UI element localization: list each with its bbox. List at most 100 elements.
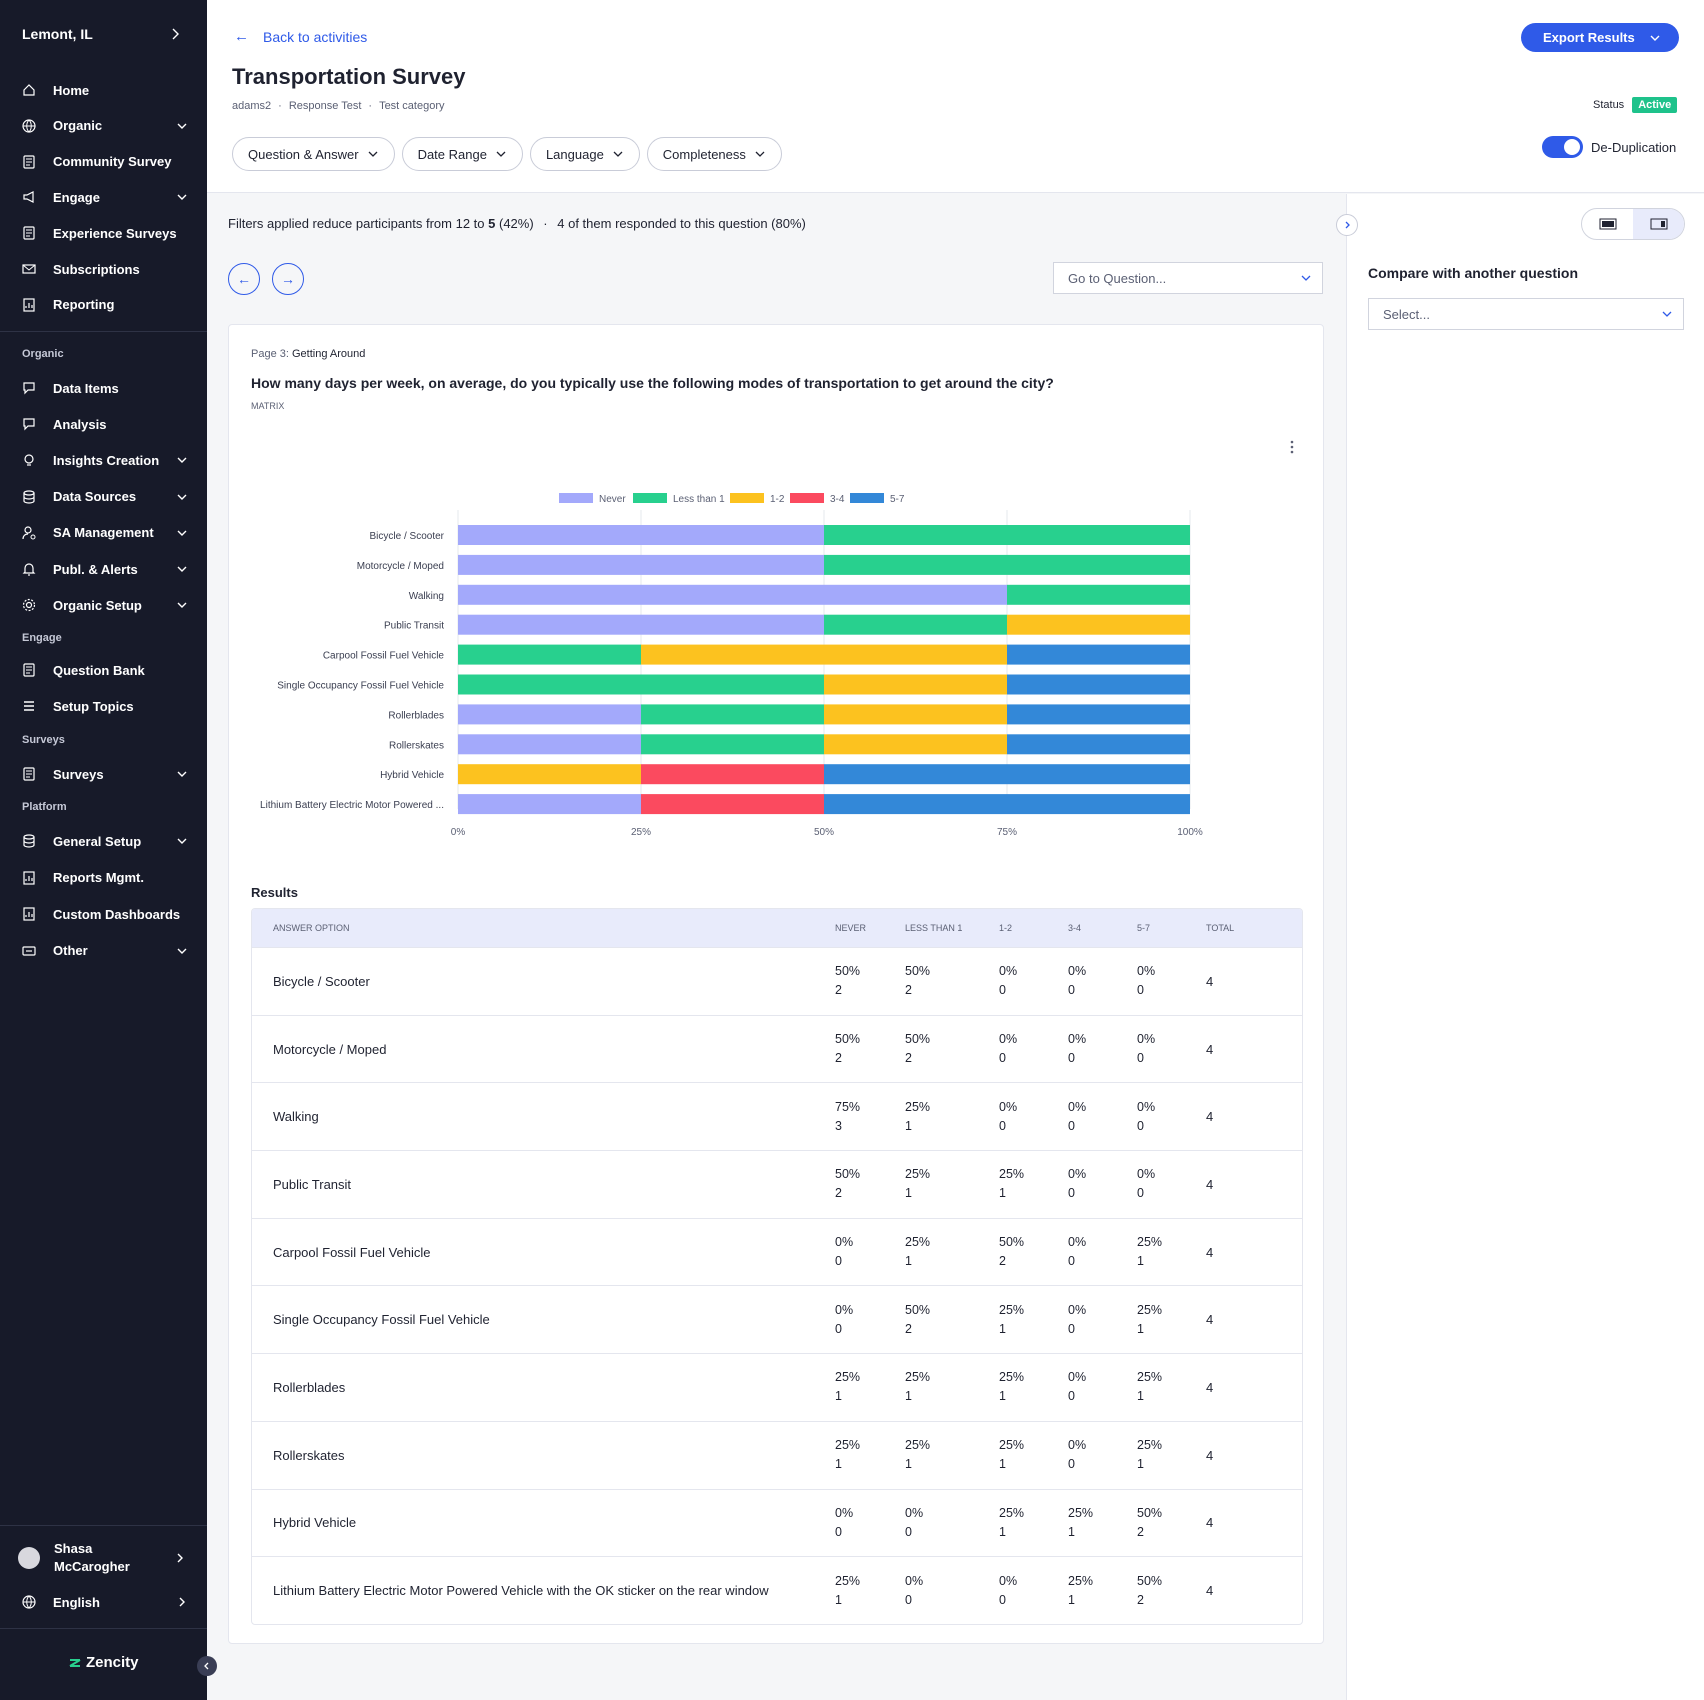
meta-category: Test category: [379, 100, 445, 112]
sidebar-item-organic[interactable]: Organic: [22, 115, 188, 137]
single-view-button[interactable]: [1582, 209, 1633, 239]
result-cell: 0% 0: [987, 1098, 1056, 1136]
city-name[interactable]: Lemont, IL: [22, 26, 93, 42]
globe-icon: [22, 119, 36, 133]
chevron-right-icon[interactable]: [168, 27, 182, 41]
back-link[interactable]: ← Back to activities: [234, 28, 367, 45]
section-platform: Platform: [22, 801, 67, 813]
result-pct: 50%: [1137, 1505, 1163, 1520]
result-cell: 0% 0: [1056, 1233, 1125, 1271]
more-options-icon[interactable]: [1286, 439, 1298, 455]
result-count: 1: [1068, 1592, 1075, 1607]
result-pct: 25%: [1137, 1235, 1163, 1250]
filter-language[interactable]: Language: [529, 137, 640, 171]
collapse-sidebar-button[interactable]: [197, 1656, 217, 1676]
sidebar-item-subscriptions[interactable]: Subscriptions: [22, 258, 188, 280]
sidebar-item-insights-creation[interactable]: Insights Creation: [22, 449, 188, 471]
status: Status Active: [1593, 97, 1678, 113]
sidebar-item-engage[interactable]: Engage: [22, 186, 188, 208]
chevron-down-icon: [1301, 275, 1311, 281]
survey-icon: [23, 663, 35, 677]
filter-question-answer[interactable]: Question & Answer: [232, 137, 395, 171]
bar-segment: [458, 704, 641, 725]
sidebar-item-organic-setup[interactable]: Organic Setup: [22, 594, 188, 616]
prev-question-button[interactable]: ←: [228, 263, 260, 295]
result-pct: 0%: [905, 1573, 924, 1588]
result-count: 1: [999, 1186, 1006, 1201]
user-menu[interactable]: Shasa McCarogher: [18, 1540, 186, 1576]
sidebar-item-surveys[interactable]: Surveys: [22, 763, 188, 785]
sidebar-item-reports-mgmt[interactable]: Reports Mgmt.: [22, 867, 188, 889]
results-label: Results: [251, 885, 298, 900]
chevron-down-icon: [177, 948, 187, 954]
sidebar-item-publ-alerts[interactable]: Publ. & Alerts: [22, 558, 188, 580]
result-total: 4: [1206, 1041, 1214, 1057]
result-pct: 0%: [999, 1032, 1018, 1047]
page-meta: adams2 · Response Test · Test category: [232, 100, 445, 112]
result-cell: 0% 0: [1125, 1098, 1194, 1136]
split-view-button[interactable]: [1633, 209, 1684, 239]
col-5-7: 5-7: [1137, 923, 1151, 933]
user-gear-icon: [22, 526, 36, 540]
sidebar-item-home[interactable]: Home: [22, 79, 188, 101]
bar-segment: [824, 704, 1007, 725]
col-3-4: 3-4: [1068, 923, 1082, 933]
result-total: 4: [1206, 1312, 1214, 1328]
sidebar-item-question-bank[interactable]: Question Bank: [22, 659, 188, 681]
sidebar-item-reporting[interactable]: Reporting: [22, 294, 188, 316]
sidebar-item-data-items[interactable]: Data Items: [22, 377, 188, 399]
sidebar-item-community-survey[interactable]: Community Survey: [22, 151, 188, 173]
sidebar-item-experience-surveys[interactable]: Experience Surveys: [22, 222, 188, 244]
result-cell: 50% 2: [823, 1165, 893, 1203]
language-menu[interactable]: English: [22, 1592, 188, 1612]
compare-placeholder: Select...: [1383, 306, 1430, 322]
sidebar-item-label: Publ. & Alerts: [53, 561, 138, 577]
result-count: 3: [835, 1118, 842, 1133]
result-count: 2: [905, 1051, 912, 1066]
result-count: 0: [1068, 1254, 1075, 1269]
filter-label: Completeness: [662, 146, 746, 162]
result-cell: 50% 2: [1125, 1504, 1194, 1542]
result-cell: 25% 1: [987, 1301, 1056, 1339]
result-cell: 50% 2: [823, 962, 893, 1000]
result-total: 4: [1206, 973, 1214, 989]
sidebar-item-data-sources[interactable]: Data Sources: [22, 486, 188, 508]
sidebar-item-general-setup[interactable]: General Setup: [22, 830, 188, 852]
result-pct: 25%: [999, 1167, 1025, 1182]
result-count: 0: [1068, 1389, 1075, 1404]
info-prefix: Filters applied reduce participants from…: [228, 216, 489, 231]
sidebar-divider: [0, 1525, 207, 1526]
info-separator: ·: [543, 216, 548, 231]
sidebar-item-analysis[interactable]: Analysis: [22, 413, 188, 435]
section-engage: Engage: [22, 632, 62, 644]
compare-question-select[interactable]: Select...: [1368, 298, 1684, 330]
sidebar-item-label: SA Management: [53, 525, 154, 541]
result-cell: 50% 2: [893, 962, 987, 1000]
x-tick-label: 0%: [451, 827, 466, 835]
next-question-button[interactable]: →: [272, 263, 304, 295]
status-label: Status: [1593, 99, 1625, 111]
result-pct: 0%: [1137, 964, 1156, 979]
filter-completeness[interactable]: Completeness: [646, 137, 782, 171]
question-text: How many days per week, on average, do y…: [251, 375, 1054, 391]
sidebar-item-custom-dashboards[interactable]: Custom Dashboards: [22, 903, 188, 925]
result-count: 0: [905, 1592, 912, 1607]
bar-segment: [641, 734, 824, 755]
filter-date-range[interactable]: Date Range: [401, 137, 523, 171]
sidebar-item-other[interactable]: Other: [22, 940, 188, 962]
result-count: 1: [905, 1186, 912, 1201]
sidebar: Lemont, IL Home Organic Community Survey En…: [0, 0, 217, 1700]
result-pct: 50%: [1137, 1573, 1163, 1588]
result-pct: 0%: [1137, 1167, 1156, 1182]
arrow-right-icon: →: [281, 271, 295, 287]
export-results-button[interactable]: Export Results: [1521, 23, 1679, 52]
expand-panel-button[interactable]: [1336, 214, 1358, 236]
sidebar-item-sa-management[interactable]: SA Management: [22, 522, 188, 544]
chevron-down-icon: [177, 494, 187, 500]
sidebar-item-label: Surveys: [53, 766, 104, 782]
bar-segment: [824, 614, 1007, 635]
result-pct: 25%: [1068, 1505, 1094, 1520]
deduplication-toggle[interactable]: [1542, 136, 1583, 158]
sidebar-item-setup-topics[interactable]: Setup Topics: [22, 695, 188, 717]
go-to-question-select[interactable]: Go to Question...: [1053, 262, 1323, 294]
